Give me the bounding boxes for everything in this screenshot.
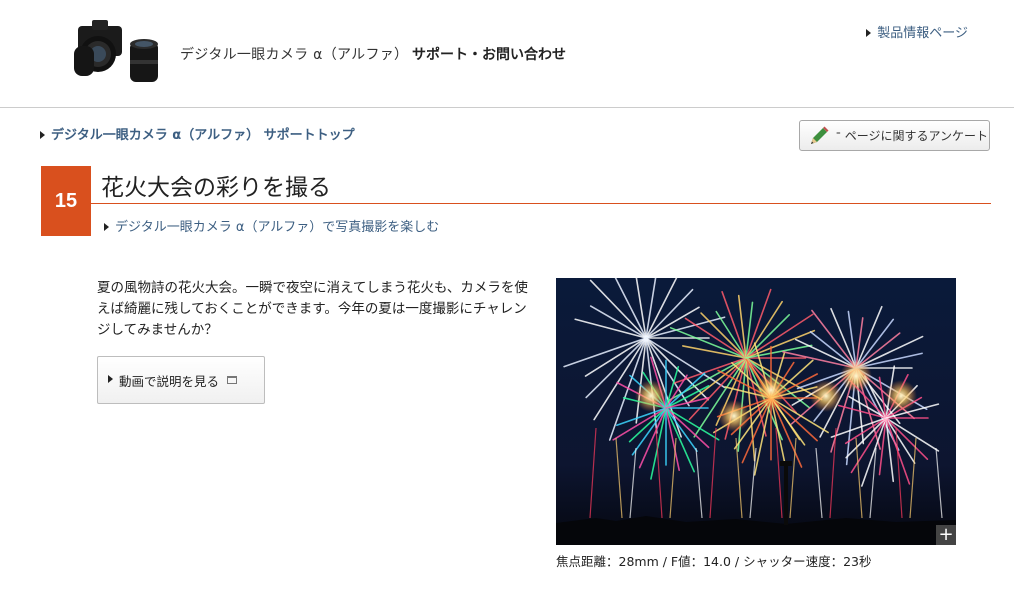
- triangle-right-icon: [866, 28, 872, 37]
- video-explanation-button[interactable]: 動画で説明を見る: [97, 356, 265, 404]
- parent-article-link[interactable]: デジタル一眼カメラ α（アルファ）で写真撮影を楽しむ: [104, 216, 439, 235]
- breadcrumb: デジタル一眼カメラ α（アルファ） サポートトップ: [40, 124, 355, 143]
- fireworks-image: [556, 278, 956, 545]
- triangle-right-icon: [104, 222, 109, 231]
- support-title: サポート・お問い合わせ: [412, 47, 566, 63]
- site-header: デジタル一眼カメラ α（アルファ） サポート・お問い合わせ 製品情報ページ: [0, 0, 1014, 108]
- title-divider: [91, 203, 991, 204]
- fireworks-photo[interactable]: +: [556, 278, 956, 545]
- survey-small-mark: ⁼: [836, 130, 841, 141]
- firework-glow: [810, 380, 842, 412]
- firework-glow: [635, 380, 667, 412]
- intro-text: 夏の風物詩の花火大会。一瞬で夜空に消えてしまう花火も、カメラを使えば綺麗に残して…: [97, 280, 528, 338]
- survey-button[interactable]: ⁼ ページに関するアンケート: [799, 120, 990, 151]
- photo-caption: 焦点距離：28mm / F値：14.0 / シャッター速度：23秒: [556, 554, 872, 569]
- page-title: 花火大会の彩りを撮る: [101, 175, 331, 201]
- product-info-link[interactable]: 製品情報ページ: [866, 22, 968, 41]
- firework-glow: [840, 360, 872, 392]
- triangle-right-icon: [108, 375, 113, 383]
- triangle-right-icon: [40, 130, 45, 139]
- firework-glow: [885, 380, 917, 412]
- camera-product-image: [74, 20, 158, 82]
- pencil-icon: [811, 126, 829, 144]
- video-button-label: 動画で説明を見る: [119, 373, 220, 389]
- parent-article-label: デジタル一眼カメラ α（アルファ）で写真撮影を楽しむ: [115, 220, 440, 235]
- brand-title: デジタル一眼カメラ α（アルファ）: [180, 47, 409, 63]
- survey-label: ページに関するアンケート: [844, 129, 989, 143]
- firework-glow: [718, 400, 750, 432]
- product-info-label: 製品情報ページ: [877, 26, 968, 41]
- zoom-plus-button[interactable]: +: [936, 525, 956, 545]
- new-window-icon: [227, 376, 238, 384]
- firework-glow: [755, 374, 787, 406]
- support-top-link[interactable]: デジタル一眼カメラ α（アルファ） サポートトップ: [40, 128, 355, 143]
- support-top-label: デジタル一眼カメラ α（アルファ） サポートトップ: [51, 128, 355, 143]
- article-number-badge: 15: [41, 166, 91, 236]
